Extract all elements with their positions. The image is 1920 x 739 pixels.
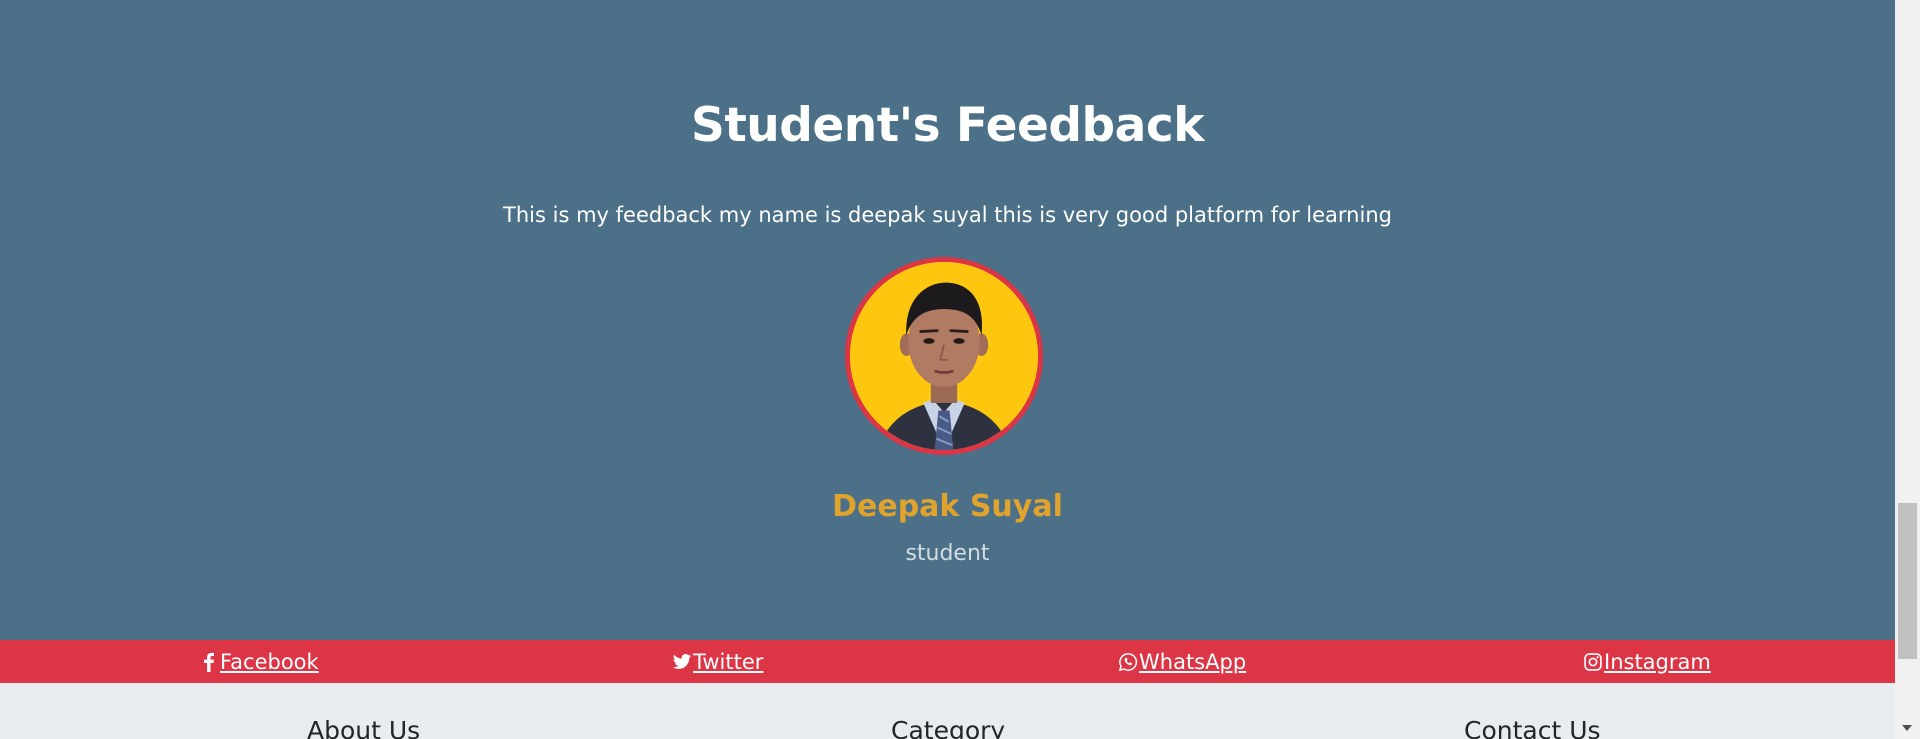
whatsapp-icon xyxy=(1118,652,1138,672)
footer-category-heading: Category xyxy=(891,716,1006,739)
social-links-bar: Facebook Twitter WhatsApp Instagram xyxy=(0,640,1895,683)
instagram-icon xyxy=(1583,652,1603,672)
instagram-link[interactable]: Instagram xyxy=(1583,640,1711,683)
footer-contact-heading: Contact Us xyxy=(1464,716,1601,739)
footer-about-heading: About Us xyxy=(307,716,421,739)
facebook-label: Facebook xyxy=(220,649,319,674)
vertical-scrollbar[interactable] xyxy=(1895,0,1920,739)
twitter-link[interactable]: Twitter xyxy=(672,640,763,683)
instagram-label: Instagram xyxy=(1604,649,1711,674)
feedback-text: This is my feedback my name is deepak su… xyxy=(503,203,1392,227)
whatsapp-label: WhatsApp xyxy=(1139,649,1247,674)
facebook-icon xyxy=(199,652,219,672)
footer: About Us Category Contact Us xyxy=(0,683,1895,739)
facebook-link[interactable]: Facebook xyxy=(199,640,319,683)
twitter-label: Twitter xyxy=(693,649,764,674)
page-content: Student's Feedback This is my feedback m… xyxy=(0,0,1895,739)
feedback-section: Student's Feedback This is my feedback m… xyxy=(0,0,1895,640)
page: Student's Feedback This is my feedback m… xyxy=(0,0,1920,739)
student-avatar xyxy=(845,257,1043,455)
scroll-down-arrow-icon[interactable] xyxy=(1902,725,1912,731)
twitter-icon xyxy=(672,652,692,672)
student-name: Deepak Suyal xyxy=(832,489,1063,524)
student-photo xyxy=(850,262,1038,450)
student-role: student xyxy=(905,541,990,566)
whatsapp-link[interactable]: WhatsApp xyxy=(1118,640,1246,683)
feedback-title: Student's Feedback xyxy=(690,98,1205,153)
scrollbar-thumb[interactable] xyxy=(1898,503,1917,659)
